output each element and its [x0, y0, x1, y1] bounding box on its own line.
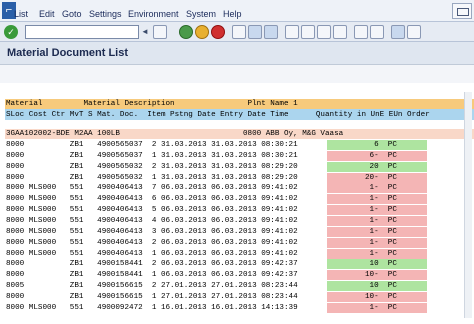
- exit-icon[interactable]: [195, 25, 209, 39]
- row-quantity-text: 1- PC: [365, 238, 397, 247]
- row-document-text: 8000 MLS000 551 4900406413 5 06.03.2013 …: [6, 206, 298, 215]
- row-quantity-text: 10 PC: [365, 260, 397, 269]
- row-document-text: 8000 MLS000 551 4900406413 6 06.03.2013 …: [6, 195, 298, 204]
- table-row[interactable]: 8005 ZB1 4900156615 2 27.01.2013 27.01.2…: [5, 281, 474, 292]
- table-row[interactable]: 8000 MLS000 551 4900406413 2 06.03.2013 …: [5, 237, 474, 248]
- command-history-arrow-icon[interactable]: ◄: [141, 25, 151, 39]
- new-session-icon[interactable]: [354, 25, 368, 39]
- row-quantity-text: 20- PC: [365, 173, 397, 182]
- next-page-icon[interactable]: [317, 25, 331, 39]
- row-document-text: 8000 ZB1 4900565037 1 31.03.2013 31.03.2…: [6, 151, 298, 160]
- list-header-line2-text: SLoc Cost Ctr MvT S Mat. Doc. Item Pstng…: [6, 111, 430, 119]
- row-document-text: 8000 ZB1 4900565032 2 31.03.2013 31.03.2…: [6, 162, 298, 171]
- menu-system[interactable]: System: [186, 9, 216, 20]
- cancel-icon[interactable]: [211, 25, 225, 39]
- menu-environment[interactable]: Environment: [128, 9, 179, 20]
- command-field[interactable]: [25, 25, 139, 39]
- row-quantity-text: 10 PC: [365, 282, 397, 291]
- material-group-text[interactable]: 3GAA102002-BDE M2AA 100LB 0800 ABB Oy, M…: [6, 129, 343, 139]
- layout-menu-icon[interactable]: [407, 25, 421, 39]
- table-row[interactable]: 8000 MLS000 551 4900092472 1 16.01.2013 …: [5, 302, 474, 313]
- shortcut-icon[interactable]: [370, 25, 384, 39]
- table-row[interactable]: 8000 ZB1 4900565037 2 31.03.2013 31.03.2…: [5, 140, 474, 150]
- row-quantity-text: 1- PC: [365, 206, 397, 215]
- row-document-text: 8000 ZB1 4900156615 1 27.01.2013 27.01.2…: [6, 292, 298, 301]
- menu-bar: ⌐ List Edit Goto Settings Environment Sy…: [0, 0, 474, 22]
- row-quantity-text: 10- PC: [365, 292, 397, 301]
- menu-help[interactable]: Help: [223, 9, 242, 20]
- find-icon[interactable]: [248, 25, 262, 39]
- enter-check-icon[interactable]: ✓: [4, 25, 18, 39]
- table-row[interactable]: 8000 ZB1 4900158441 1 06.03.2013 06.03.2…: [5, 270, 474, 281]
- last-page-icon[interactable]: [333, 25, 347, 39]
- row-document-text: 8000 ZB1 4900158441 1 06.03.2013 06.03.2…: [6, 271, 298, 280]
- row-quantity-text: 1- PC: [365, 249, 397, 258]
- table-row[interactable]: 8000 MLS000 551 4900406413 6 06.03.2013 …: [5, 194, 474, 205]
- row-quantity-text: 10- PC: [365, 271, 397, 280]
- menu-edit[interactable]: Edit: [39, 9, 55, 20]
- print-icon[interactable]: [232, 25, 246, 39]
- help-icon[interactable]: [391, 25, 405, 39]
- row-document-text: 8000 MLS000 551 4900406413 4 06.03.2013 …: [6, 216, 298, 225]
- menu-list[interactable]: List: [14, 9, 28, 20]
- vertical-scrollbar[interactable]: [464, 92, 472, 318]
- row-document-text: 8000 MLS000 551 4900406413 1 06.03.2013 …: [6, 249, 298, 258]
- first-page-icon[interactable]: [285, 25, 299, 39]
- table-row[interactable]: 8000 ZB1 4900565032 2 31.03.2013 31.03.2…: [5, 161, 474, 172]
- list-header-line1-text: Material Material Description Plnt Name …: [6, 100, 298, 108]
- page-title: Material Document List: [7, 47, 129, 59]
- row-quantity-text: 1- PC: [365, 195, 397, 204]
- application-toolbar: |◄ ◄ ► ►|: [0, 65, 474, 145]
- table-row[interactable]: 8000 ZB1 4900565037 1 31.03.2013 31.03.2…: [5, 150, 474, 161]
- row-document-text: 8000 MLS000 551 4900406413 7 06.03.2013 …: [6, 184, 298, 193]
- table-row[interactable]: 8000 ZB1 4900156615 1 27.01.2013 27.01.2…: [5, 291, 474, 302]
- table-row[interactable]: 8000 MLS000 551 4900406413 3 06.03.2013 …: [5, 226, 474, 237]
- row-quantity-text: 20 PC: [365, 162, 397, 171]
- save-icon[interactable]: [153, 25, 167, 39]
- row-quantity-text: 1- PC: [365, 184, 397, 193]
- row-quantity-text: 6- PC: [365, 151, 397, 160]
- row-document-text: 8000 ZB1 4900565037 2 31.03.2013 31.03.2…: [6, 141, 298, 149]
- row-document-text: 8000 MLS000 551 4900092472 1 16.01.2013 …: [6, 303, 298, 312]
- standard-toolbar: ✓ ◄: [0, 22, 474, 42]
- find-next-icon[interactable]: [264, 25, 278, 39]
- table-row[interactable]: 8000 ZB1 4900158441 2 06.03.2013 06.03.2…: [5, 259, 474, 270]
- row-quantity-text: 1- PC: [365, 303, 397, 312]
- row-quantity-text: 1- PC: [365, 216, 397, 225]
- table-row[interactable]: 8000 MLS000 551 4900406413 5 06.03.2013 …: [5, 205, 474, 216]
- table-row[interactable]: 8000 MLS000 551 4900406413 4 06.03.2013 …: [5, 215, 474, 226]
- row-quantity-text: 6 PC: [365, 141, 397, 149]
- back-icon[interactable]: [179, 25, 193, 39]
- table-row[interactable]: 8000 ZB1 4900565032 1 31.03.2013 31.03.2…: [5, 172, 474, 183]
- row-quantity-text: 1- PC: [365, 227, 397, 236]
- previous-page-icon[interactable]: [301, 25, 315, 39]
- row-document-text: 8005 ZB1 4900156615 2 27.01.2013 27.01.2…: [6, 282, 298, 291]
- row-document-text: 8000 MLS000 551 4900406413 2 06.03.2013 …: [6, 238, 298, 247]
- row-document-text: 8000 ZB1 4900565032 1 31.03.2013 31.03.2…: [6, 173, 298, 182]
- menu-goto[interactable]: Goto: [62, 9, 82, 20]
- row-document-text: 8000 ZB1 4900158441 2 06.03.2013 06.03.2…: [6, 260, 298, 269]
- row-document-text: 8000 MLS000 551 4900406413 3 06.03.2013 …: [6, 227, 298, 236]
- window-restore-icon[interactable]: [452, 3, 472, 19]
- menu-settings[interactable]: Settings: [89, 9, 122, 20]
- table-row[interactable]: 8000 MLS000 551 4900406413 1 06.03.2013 …: [5, 248, 474, 259]
- table-row[interactable]: 8000 MLS000 551 4900406413 7 06.03.2013 …: [5, 183, 474, 194]
